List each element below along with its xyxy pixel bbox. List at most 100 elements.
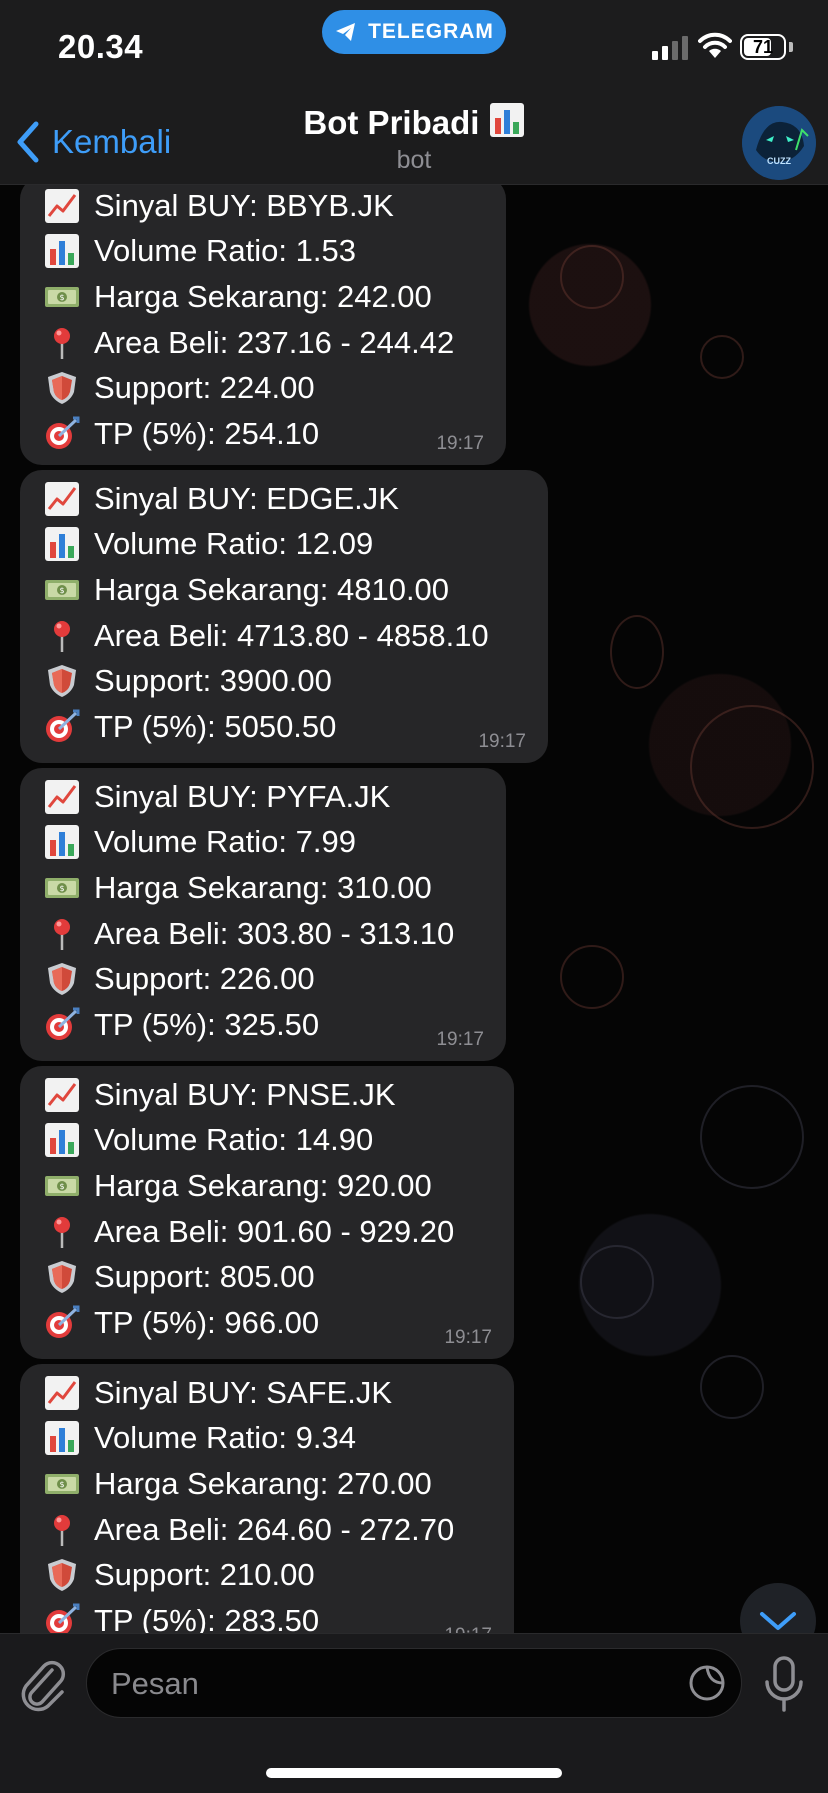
sticker-icon[interactable] [687, 1663, 727, 1703]
message-bubble[interactable]: Sinyal BUY: SAFE.JK Volume Ratio: 9.34 $ Ha… [20, 1364, 514, 1635]
message-time: 19:17 [444, 1327, 492, 1348]
message-line: $ Harga Sekarang: 242.00 [42, 274, 486, 320]
message-line-text: Support: 3900.00 [94, 663, 332, 699]
message-line-text: Harga Sekarang: 310.00 [94, 869, 432, 905]
pin-icon [42, 914, 82, 954]
wifi-icon [698, 32, 732, 58]
message-line: Volume Ratio: 1.53 [42, 229, 486, 275]
chart-increasing-icon [42, 1373, 82, 1413]
message-line-text: TP (5%): 254.10 [94, 415, 320, 451]
avatar[interactable]: CUZZ [742, 106, 816, 180]
message-line-text: Support: 210.00 [94, 1557, 315, 1593]
message-line-text: Volume Ratio: 7.99 [94, 824, 356, 860]
doodle-decoration [580, 1245, 654, 1319]
message-line-text: TP (5%): 283.50 [94, 1602, 320, 1635]
chart-increasing-icon [42, 777, 82, 817]
message-bubble[interactable]: Sinyal BUY: PNSE.JK Volume Ratio: 14.90 $ H… [20, 1066, 514, 1359]
pin-icon [42, 616, 82, 656]
message-time: 19:17 [436, 433, 484, 454]
svg-text:$: $ [59, 586, 64, 595]
money-icon: $ [42, 1166, 82, 1206]
attach-icon[interactable] [18, 1656, 68, 1716]
shield-icon [42, 368, 82, 408]
message-line-text: Support: 805.00 [94, 1259, 315, 1295]
message-line-text: Volume Ratio: 9.34 [94, 1420, 356, 1456]
message-line: Support: 805.00 [42, 1254, 494, 1300]
message-line-text: Area Beli: 264.60 - 272.70 [94, 1511, 455, 1547]
message-line: Volume Ratio: 14.90 [42, 1118, 494, 1164]
doodle-decoration [700, 335, 744, 379]
doodle-decoration [690, 705, 814, 829]
bar-chart-icon [42, 822, 82, 862]
chart-increasing-icon [42, 479, 82, 519]
chevron-down-icon [760, 1612, 796, 1630]
message-line-text: Harga Sekarang: 920.00 [94, 1167, 432, 1203]
chat-title-text: Bot Pribadi [303, 104, 480, 141]
message-bubble[interactable]: Sinyal BUY: EDGE.JK Volume Ratio: 12.09 $ H… [20, 470, 548, 763]
message-line: Sinyal BUY: EDGE.JK [42, 476, 528, 522]
message-line: Support: 226.00 [42, 956, 486, 1002]
message-line: Area Beli: 4713.80 - 4858.10 [42, 613, 528, 659]
message-line: $ Harga Sekarang: 270.00 [42, 1461, 494, 1507]
chat-title[interactable]: Bot Pribadi [0, 102, 828, 142]
battery-level: 71 [752, 37, 774, 57]
message-input[interactable] [109, 1649, 673, 1719]
telegram-pill[interactable]: TELEGRAM [322, 10, 506, 54]
chart-increasing-icon [42, 186, 82, 226]
doodle-decoration [700, 1355, 764, 1419]
target-icon [42, 1303, 82, 1343]
message-line: Sinyal BUY: SAFE.JK [42, 1370, 494, 1416]
message-line-text: Area Beli: 303.80 - 313.10 [94, 915, 455, 951]
money-icon: $ [42, 1464, 82, 1504]
target-icon [42, 414, 82, 454]
svg-text:$: $ [59, 293, 64, 302]
message-bubble[interactable]: Sinyal BUY: BBYB.JK Volume Ratio: 1.53 $ Ha… [20, 185, 506, 465]
doodle-decoration [610, 615, 664, 689]
paper-plane-icon [336, 23, 356, 41]
message-time: 19:17 [436, 1029, 484, 1050]
message-field[interactable] [86, 1648, 742, 1719]
message-bubble[interactable]: Sinyal BUY: PYFA.JK Volume Ratio: 7.99 $ Ha… [20, 768, 506, 1061]
svg-text:$: $ [59, 884, 64, 893]
target-icon [42, 707, 82, 747]
chat-subtitle: bot [396, 146, 432, 174]
shield-icon [42, 661, 82, 701]
message-time: 19:17 [478, 731, 526, 752]
message-line: TP (5%): 283.50 [42, 1598, 494, 1635]
pin-icon [42, 323, 82, 363]
battery-icon: 71 [740, 34, 786, 60]
avatar-image [742, 106, 816, 180]
message-line-text: Sinyal BUY: PYFA.JK [94, 778, 391, 814]
message-line: TP (5%): 325.50 [42, 1002, 486, 1048]
status-bar: 20.34 TELEGRAM 71 [0, 0, 828, 100]
message-line: Volume Ratio: 12.09 [42, 522, 528, 568]
avatar-label: CUZZ [767, 156, 791, 166]
bar-chart-icon [42, 1418, 82, 1458]
target-icon [42, 1005, 82, 1045]
svg-text:$: $ [59, 1480, 64, 1489]
chat-header: Kembali Bot Pribadi bot CUZZ [0, 100, 828, 185]
money-icon: $ [42, 570, 82, 610]
message-line-text: Area Beli: 4713.80 - 4858.10 [94, 617, 489, 653]
message-line: Area Beli: 237.16 - 244.42 [42, 320, 486, 366]
shield-icon [42, 1555, 82, 1595]
pin-icon [42, 1510, 82, 1550]
message-line-text: Sinyal BUY: EDGE.JK [94, 480, 399, 516]
scroll-down-button[interactable] [740, 1583, 816, 1635]
message-line: Sinyal BUY: PYFA.JK [42, 774, 486, 820]
target-icon [42, 1601, 82, 1635]
message-line-text: TP (5%): 325.50 [94, 1006, 320, 1042]
message-line-text: Volume Ratio: 12.09 [94, 526, 374, 562]
message-line: TP (5%): 966.00 [42, 1300, 494, 1346]
microphone-icon[interactable] [762, 1654, 806, 1714]
message-line: Area Beli: 264.60 - 272.70 [42, 1507, 494, 1553]
message-line: $ Harga Sekarang: 4810.00 [42, 567, 528, 613]
message-line: Support: 224.00 [42, 365, 486, 411]
message-line: Support: 210.00 [42, 1552, 494, 1598]
bar-chart-icon [42, 524, 82, 564]
chat-area[interactable]: Sinyal BUY: BBYB.JK Volume Ratio: 1.53 $ Ha… [0, 185, 828, 1635]
message-line: Area Beli: 303.80 - 313.10 [42, 911, 486, 957]
home-indicator[interactable] [266, 1768, 562, 1778]
doodle-decoration [560, 245, 624, 309]
message-line-text: Area Beli: 237.16 - 244.42 [94, 324, 455, 360]
